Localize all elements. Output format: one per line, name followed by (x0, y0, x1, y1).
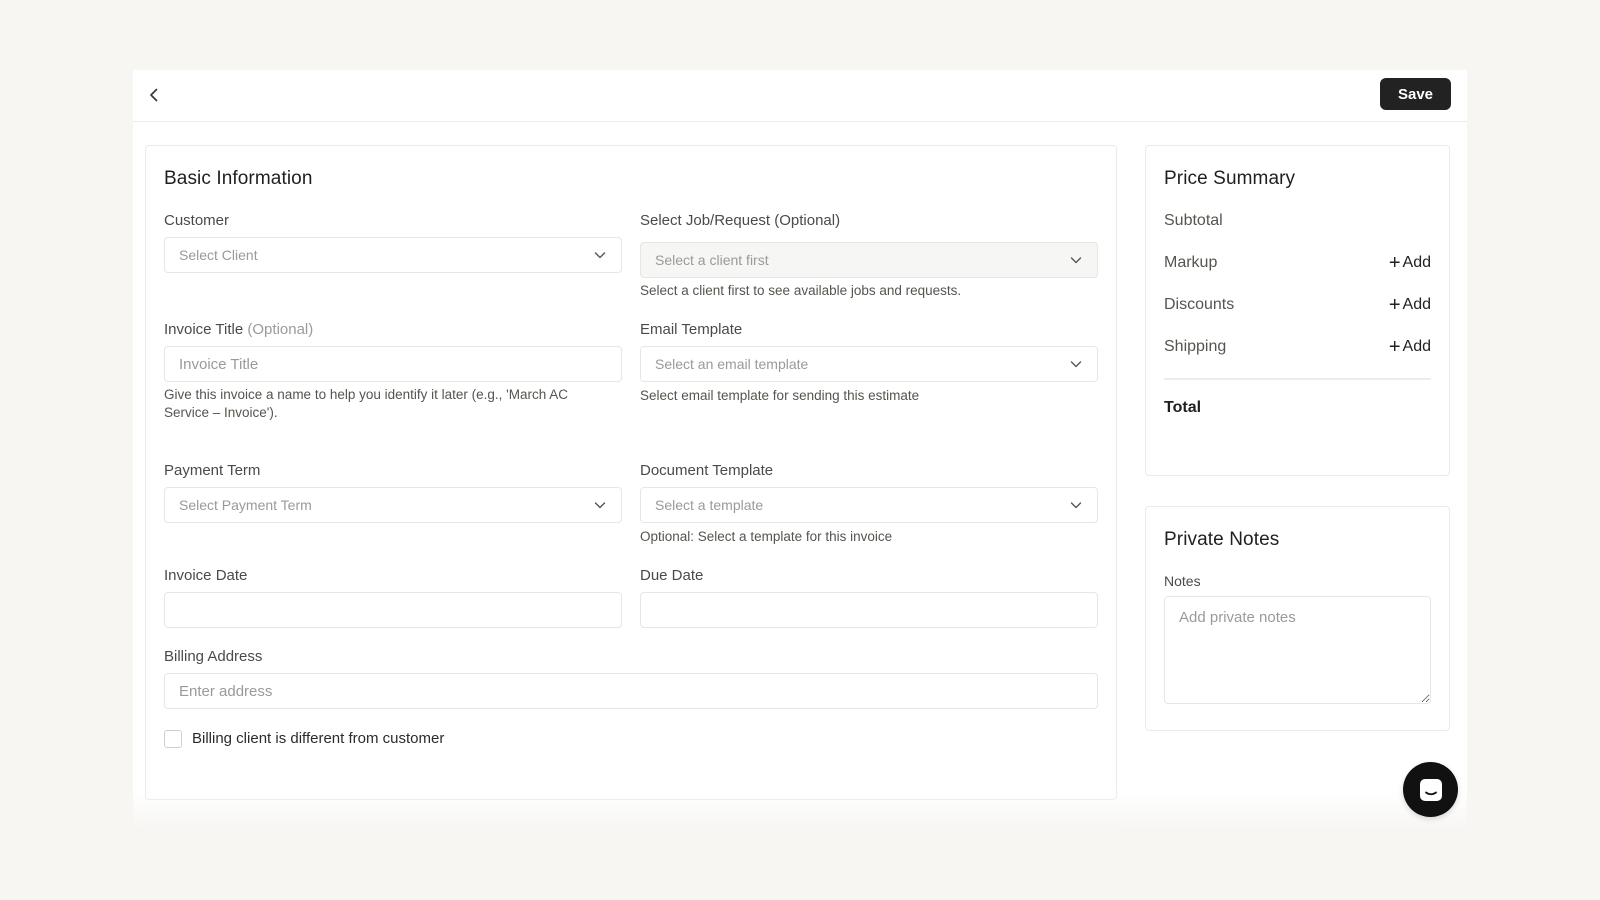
email-template-select-placeholder: Select an email template (655, 356, 809, 372)
add-discount-label: Add (1402, 296, 1431, 313)
add-markup-label: Add (1402, 254, 1431, 271)
markup-label: Markup (1164, 254, 1218, 271)
discounts-label: Discounts (1164, 296, 1235, 313)
document-template-label: Document Template (640, 462, 774, 479)
invoice-date-label: Invoice Date (164, 567, 248, 584)
document-template-select-placeholder: Select a template (655, 497, 764, 513)
total-label: Total (1164, 399, 1202, 416)
add-shipping-button[interactable]: + Add (1388, 336, 1431, 358)
add-discount-button[interactable]: + Add (1388, 294, 1431, 316)
back-button[interactable] (141, 82, 167, 108)
job-request-select-placeholder: Select a client first (655, 252, 769, 268)
chevron-left-icon (150, 88, 158, 102)
payment-term-select-placeholder: Select Payment Term (179, 497, 312, 513)
price-summary-title: Price Summary (1164, 168, 1296, 189)
due-date-input[interactable] (640, 592, 1098, 628)
chevron-down-icon (1070, 257, 1082, 264)
invoice-title-label-text: Invoice Title (164, 321, 244, 338)
shipping-label: Shipping (1164, 338, 1227, 355)
plus-icon: + (1388, 336, 1401, 358)
payment-term-label: Payment Term (164, 462, 261, 479)
job-request-help: Select a client first to see available j… (640, 283, 962, 298)
plus-icon: + (1388, 294, 1401, 316)
invoice-title-help: Give this invoice a name to help you ide… (164, 387, 569, 420)
basic-information-card: Basic Information Customer Select Client… (145, 145, 1117, 800)
invoice-date-input[interactable] (164, 592, 622, 628)
add-markup-button[interactable]: + Add (1388, 252, 1431, 274)
document-template-select[interactable]: Select a template (640, 487, 1098, 523)
subtotal-label: Subtotal (1164, 212, 1223, 229)
price-summary-card: Price Summary Subtotal Markup + Add Disco… (1145, 145, 1450, 476)
customer-label: Customer (164, 212, 230, 229)
email-template-select[interactable]: Select an email template (640, 346, 1098, 382)
invoice-title-input[interactable] (164, 346, 622, 382)
payment-term-select[interactable]: Select Payment Term (164, 487, 622, 523)
billing-different-checkbox[interactable] (164, 730, 182, 748)
email-template-help: Select email template for sending this e… (640, 388, 920, 403)
add-shipping-label: Add (1402, 338, 1431, 355)
invoice-editor: Save Basic Information Customer Select C… (133, 70, 1467, 830)
chat-icon (1419, 778, 1442, 801)
chevron-down-icon (594, 502, 606, 509)
plus-icon: + (1388, 252, 1401, 274)
customer-select[interactable]: Select Client (164, 237, 622, 273)
job-request-label: Select Job/Request (Optional) (640, 212, 841, 229)
billing-address-label: Billing Address (164, 648, 263, 665)
customer-select-placeholder: Select Client (179, 247, 258, 263)
basic-information-title: Basic Information (164, 168, 313, 189)
next-section-card (145, 826, 1117, 830)
invoice-title-optional: (Optional) (247, 321, 314, 338)
chat-button[interactable] (1403, 762, 1458, 817)
document-template-help: Optional: Select a template for this inv… (640, 529, 893, 544)
due-date-label: Due Date (640, 567, 704, 584)
private-notes-title: Private Notes (1164, 529, 1280, 550)
save-button[interactable]: Save (1380, 78, 1451, 110)
chevron-down-icon (594, 252, 606, 259)
private-notes-card: Private Notes Notes (1145, 506, 1450, 731)
chevron-down-icon (1070, 502, 1082, 509)
chevron-down-icon (1070, 361, 1082, 368)
job-request-select[interactable]: Select a client first (640, 242, 1098, 278)
billing-different-label: Billing client is different from custome… (192, 730, 445, 747)
top-bar: Save (133, 70, 1467, 122)
private-notes-textarea[interactable] (1164, 596, 1431, 704)
invoice-title-label: Invoice Title (Optional) (164, 321, 313, 338)
notes-label: Notes (1164, 573, 1201, 589)
summary-divider (1164, 378, 1431, 380)
email-template-label: Email Template (640, 321, 743, 338)
billing-address-input[interactable] (164, 673, 1098, 709)
